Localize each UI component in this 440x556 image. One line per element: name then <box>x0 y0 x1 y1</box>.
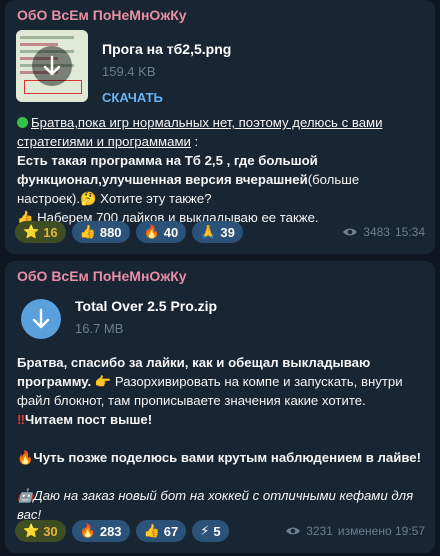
thumbs-up-icon: 👍 <box>79 224 96 239</box>
fire-icon: 🔥 <box>17 450 34 465</box>
view-count: 3483 <box>363 225 390 239</box>
message-text: Братва,пока игр нормальных нет, поэтому … <box>17 115 383 225</box>
exclamation-icon: ‼ <box>17 412 25 427</box>
reaction-thumbs-up[interactable]: 👍 880 <box>71 221 130 243</box>
file-size: 159.4 KB <box>102 64 156 79</box>
message-meta: 3231 изменено 19:57 <box>285 524 425 538</box>
message-bubble: ОбО ВсЕм ПоНеМнОжКу Total Over 2.5 Pro.z… <box>5 261 435 553</box>
lightning-icon: ⚡ <box>200 523 210 538</box>
file-attachment: Total Over 2.5 Pro.zip 16.7 MB <box>15 291 425 339</box>
green-circle-icon <box>17 117 28 128</box>
eye-icon <box>286 527 301 535</box>
reaction-fire[interactable]: 🔥 283 <box>71 520 130 542</box>
download-arrow-icon[interactable] <box>32 46 72 86</box>
fire-icon: 🔥 <box>143 224 160 239</box>
download-button[interactable]: СКАЧАТЬ <box>102 90 231 105</box>
thumbs-up-icon: 👍 <box>143 523 160 538</box>
file-name: Прога на тб2,5.png <box>102 41 232 57</box>
star-icon: ⭐ <box>23 523 40 538</box>
message-meta: 3483 15:34 <box>342 225 425 239</box>
file-attachment: Прога на тб2,5.png 159.4 KB СКАЧАТЬ <box>15 30 425 105</box>
image-thumbnail[interactable] <box>16 30 88 102</box>
underlined-text: Братва,пока игр нормальных нет, поэтому … <box>17 115 383 149</box>
reaction-pray[interactable]: 🙏 39 <box>192 221 243 243</box>
pray-icon: 🙏 <box>200 224 217 239</box>
star-icon: ⭐ <box>23 224 40 239</box>
fire-icon: 🔥 <box>79 523 96 538</box>
timestamp: изменено 19:57 <box>337 524 425 538</box>
reaction-star[interactable]: ⭐ 16 <box>15 221 66 243</box>
timestamp: 15:34 <box>394 225 425 239</box>
eye-icon <box>343 228 358 236</box>
download-arrow-icon[interactable] <box>21 299 61 339</box>
reaction-thumbs-up[interactable]: 👍 67 <box>135 520 187 542</box>
sender-name[interactable]: ОбО ВсЕм ПоНеМнОжКу <box>17 6 425 24</box>
reaction-lightning[interactable]: ⚡ 5 <box>192 520 229 542</box>
reactions-bar: ⭐ 30 🔥 283 👍 67 ⚡ 5 <box>15 520 229 542</box>
sender-name[interactable]: ОбО ВсЕм ПоНеМнОжКу <box>17 267 425 285</box>
message-footer: ⭐ 30 🔥 283 👍 67 ⚡ 5 3231 изменено 19:57 <box>15 519 425 543</box>
bold-text: Есть такая программа на Тб 2,5 , где бол… <box>17 153 318 187</box>
file-size: 16.7 MB <box>75 321 124 336</box>
message-footer: ⭐ 16 👍 880 🔥 40 🙏 39 3483 15:34 <box>15 220 425 244</box>
reaction-star[interactable]: ⭐ 30 <box>15 520 66 542</box>
view-count: 3231 <box>306 524 333 538</box>
thinking-face-icon: 🤔 <box>80 191 97 206</box>
pointing-right-icon: 👉 <box>94 374 112 389</box>
message-text: Братва, спасибо за лайки, как и обещал в… <box>17 355 422 522</box>
message-bubble: ОбО ВсЕм ПоНеМнОжКу Прога на тб2,5.png 1… <box>5 0 435 254</box>
file-name[interactable]: Total Over 2.5 Pro.zip <box>75 297 217 315</box>
reaction-fire[interactable]: 🔥 40 <box>135 221 187 243</box>
reactions-bar: ⭐ 16 👍 880 🔥 40 🙏 39 <box>15 221 243 243</box>
robot-icon: 🤖 <box>17 488 34 503</box>
